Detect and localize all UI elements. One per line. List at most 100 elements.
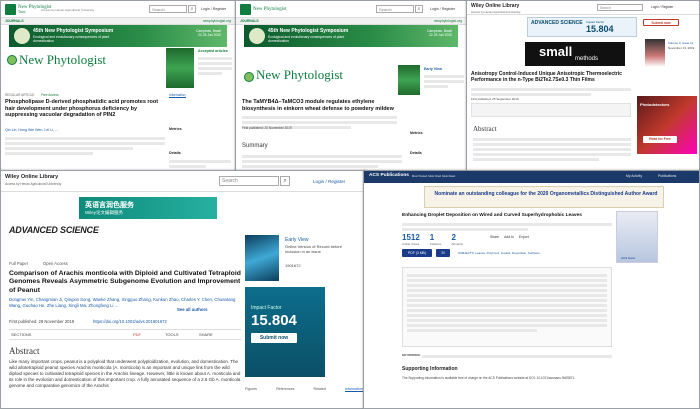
abstract-text (473, 136, 631, 163)
journal-emblem-icon (7, 55, 17, 65)
banner-subtitle: Ecological and evolutionary consequences… (33, 35, 110, 43)
search-input[interactable]: Search (219, 176, 279, 186)
award-banner[interactable]: Nominate an outstanding colleague for th… (424, 186, 664, 208)
header: New Phytologist Trust Access by Henan Ag… (1, 1, 235, 18)
tab-information[interactable]: Information (345, 387, 363, 392)
cover-image[interactable] (166, 48, 194, 88)
action-row: Share Add to Export (490, 235, 529, 239)
my-activity-link[interactable]: My Activity (626, 174, 642, 178)
brand-name[interactable]: ACS Publications (369, 173, 409, 178)
publications-link[interactable]: Publications (658, 174, 676, 178)
details-heading[interactable]: Details (410, 151, 422, 156)
search-input[interactable]: Search (597, 4, 643, 11)
early-view-link[interactable]: Early View (285, 237, 309, 243)
side-note-text (198, 55, 232, 77)
cover-image[interactable] (398, 65, 420, 95)
share-button[interactable]: Share (490, 235, 499, 239)
first-published: First published: 25 September 2019 (471, 97, 519, 101)
volume-link[interactable]: Volume 3, Issue 11 (668, 41, 693, 46)
login-link[interactable]: Login / Register (201, 7, 226, 11)
nav-journals[interactable]: JOURNALS (5, 19, 24, 23)
toc-label: ACS Nano (621, 256, 636, 260)
pdf-button[interactable]: PDF (133, 332, 141, 338)
metrics-heading[interactable]: Metrics (410, 131, 423, 136)
header: Wiley Online Library Access by Henan Agr… (467, 1, 699, 15)
search-icon[interactable]: ⌕ (415, 5, 423, 13)
symposium-banner[interactable]: 45th New Phytologist Symposium Ecologica… (244, 25, 458, 47)
article-title: Enhancing Droplet Deposition on Wired an… (402, 213, 582, 218)
tab-references[interactable]: References (276, 387, 294, 392)
brand-logo[interactable]: New Phytologist (240, 4, 286, 15)
brand-name[interactable]: Wiley Online Library (5, 174, 58, 180)
banner-subtitle: Ecological and evolutionary consequences… (268, 35, 345, 43)
issue-date: November 13, 2019 (668, 46, 695, 50)
nav-journals[interactable]: JOURNALS (240, 19, 259, 23)
author-list[interactable]: Qin Lin, Hong Wei Wen, Lei Li, ... (5, 128, 58, 133)
leaf-logo-icon (240, 4, 251, 15)
nav-site-link[interactable]: newphytologist.org (203, 18, 231, 25)
login-link[interactable]: Login / Register (430, 7, 455, 11)
add-to-button[interactable]: Add to (504, 235, 514, 239)
details-heading[interactable]: Details (169, 151, 181, 156)
side-ad[interactable]: Photodetectors Read for Free (637, 96, 697, 154)
citations-label: Citations (429, 242, 442, 246)
search-input[interactable]: Search (376, 5, 414, 13)
subjects-line[interactable]: SUBJECTS: Leaves, Polymers, Liquids, Dep… (458, 251, 540, 256)
journal-sub: methods (575, 56, 599, 62)
altmetric-metric[interactable]: 2 Altmetric (451, 233, 463, 246)
side-tabs: Information (169, 93, 186, 98)
free-access-badge: Free Access (41, 93, 59, 97)
summary-heading: Summary (242, 143, 268, 149)
share-menu[interactable]: SHARE (199, 332, 213, 338)
submit-now-button[interactable]: Submit now (251, 333, 297, 343)
export-button[interactable]: Export (519, 235, 529, 239)
metrics-heading[interactable]: Metrics (169, 127, 182, 132)
metrics-row: 1512 Article Views 1 Citations 2 Altmetric (402, 233, 463, 246)
article-type: Full Paper (9, 261, 29, 266)
read-free-button[interactable]: Read for Free (643, 136, 677, 143)
tools-menu[interactable]: TOOLS (165, 332, 179, 338)
submit-now-button[interactable]: Submit now (643, 19, 679, 26)
toc-graphic[interactable]: ACS Nano (616, 211, 658, 263)
if-label: Impact Factor (251, 305, 282, 311)
keywords-label: KEYWORDS: (402, 353, 421, 357)
login-link[interactable]: Login / Register (651, 5, 673, 9)
login-link[interactable]: Login / Register (313, 179, 345, 184)
search-icon[interactable]: ⌕ (188, 5, 196, 13)
affiliation: Access by Henan Agricultural University (471, 10, 521, 14)
banner-location: Campinas, Brazil 22-25 Jan 2020 (427, 29, 452, 37)
tab-related[interactable]: Related (314, 387, 326, 392)
doi-link[interactable]: https://doi.org/10.1002/advs.201901672 (93, 319, 167, 325)
issue-cover-image[interactable] (645, 39, 665, 67)
advanced-science-ad[interactable]: ADVANCED SCIENCE Impact Factor 15.804 (527, 17, 637, 37)
pdf-button[interactable]: PDF (3 MB) (402, 249, 432, 257)
side-note[interactable]: Accepted articles (198, 49, 234, 54)
tab-figures[interactable]: Figures (245, 387, 257, 392)
search-icon[interactable]: ⌕ (280, 176, 290, 186)
symposium-banner[interactable]: 45th New Phytologist Symposium Ecologica… (9, 25, 227, 47)
journal-logo[interactable]: ADVANCED SCIENCE (9, 225, 99, 235)
sections-menu[interactable]: SECTIONS (11, 332, 31, 338)
impact-factor-ad[interactable]: Impact Factor 15.804 Submit now (245, 287, 325, 377)
article-title: The TaMYB4Δ–TaMCO3 module regulates ethy… (242, 99, 394, 112)
symposium-seal-icon (14, 28, 30, 44)
si-button[interactable]: SI (436, 249, 450, 257)
brand-name[interactable]: Wiley Online Library (471, 3, 519, 9)
award-banner-text: Nominate an outstanding colleague for th… (434, 191, 658, 197)
issue-cover-image[interactable] (245, 235, 279, 281)
abstract-heading: Abstract (9, 346, 40, 356)
see-all-authors-link[interactable]: See all authors (177, 307, 208, 313)
symposium-seal-icon (249, 28, 265, 44)
window-wiley-small-methods: Wiley Online Library Access by Henan Agr… (466, 0, 700, 171)
citations-metric[interactable]: 1 Citations (430, 233, 442, 246)
tab-info[interactable]: Information (169, 93, 186, 98)
cn-service-banner[interactable]: 英语言润色服务 Wiley论文编辑服务 (79, 197, 217, 219)
window-acs-publications: ACS Publications Most Trusted. Most Cite… (363, 170, 700, 409)
early-view-link[interactable]: Early View (424, 67, 442, 72)
journal-banner[interactable]: small methods (525, 42, 625, 66)
search-input[interactable]: Search (149, 5, 187, 13)
views-metric[interactable]: 1512 Article Views (402, 233, 420, 246)
altmetric-label: Altmetric (451, 242, 464, 246)
side-tabs: Figures References Related Information (245, 387, 363, 392)
nav-site-link[interactable]: newphytologist.org (434, 18, 462, 25)
